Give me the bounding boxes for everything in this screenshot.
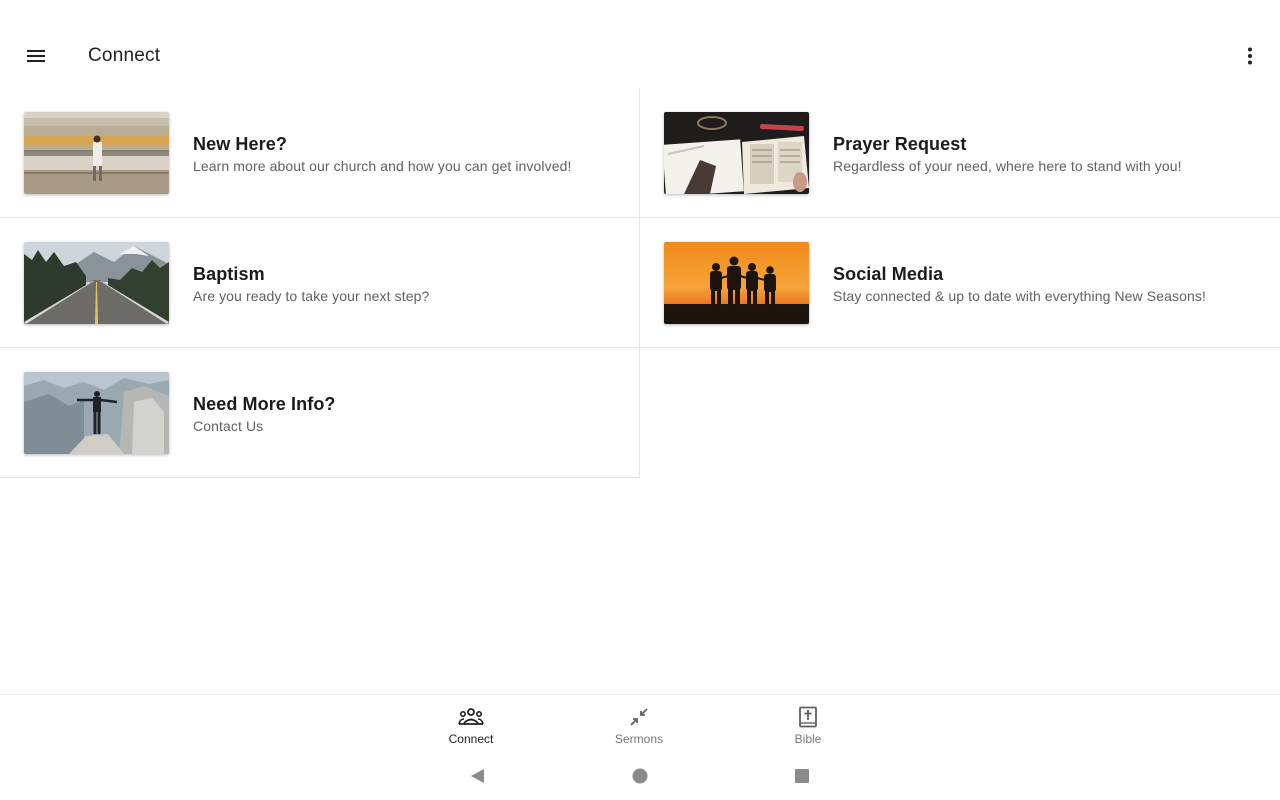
card-title: New Here? [193, 134, 287, 154]
card-baptism[interactable]: Baptism Are you ready to take your next … [0, 218, 640, 348]
card-title: Need More Info? [193, 394, 336, 414]
more-vertical-icon[interactable] [1234, 36, 1266, 76]
card-title: Baptism [193, 264, 265, 284]
page-title: Connect [88, 45, 161, 66]
connect-screen: Connect New Here? Learn more about our c… [0, 0, 1280, 800]
app-bar: Connect [0, 24, 1280, 88]
bottom-navigation: Connect Sermons Bible [0, 694, 1280, 750]
tab-sermons[interactable]: Sermons [579, 695, 699, 751]
back-triangle-icon[interactable] [465, 764, 489, 788]
book-cross-icon [795, 705, 821, 729]
arrows-inward-icon [626, 705, 652, 729]
card-subtitle: Regardless of your need, where here to s… [833, 158, 1182, 174]
card-prayer-request[interactable]: Prayer Request Regardless of your need, … [640, 88, 1280, 218]
card-subtitle: Are you ready to take your next step? [193, 288, 430, 304]
card-social-media[interactable]: Social Media Stay connected & up to date… [640, 218, 1280, 348]
card-title: Prayer Request [833, 134, 967, 154]
tab-connect[interactable]: Connect [411, 695, 531, 751]
card-need-more-info[interactable]: Need More Info? Contact Us [0, 348, 640, 478]
hamburger-menu-icon[interactable] [16, 36, 56, 76]
card-title: Social Media [833, 264, 944, 284]
tab-label: Bible [794, 732, 822, 746]
system-navigation-bar [0, 750, 1280, 800]
bible-journal-photo [664, 112, 809, 194]
train-station-photo [24, 112, 169, 194]
card-subtitle: Learn more about our church and how you … [193, 158, 572, 174]
card-subtitle: Contact Us [193, 418, 264, 434]
card-subtitle: Stay connected & up to date with everyth… [833, 288, 1206, 304]
people-group-icon [458, 705, 484, 729]
home-circle-icon[interactable] [628, 764, 652, 788]
tab-label: Connect [448, 732, 494, 746]
recents-square-icon[interactable] [790, 764, 814, 788]
tab-label: Sermons [614, 732, 664, 746]
mountain-road-photo [24, 242, 169, 324]
tab-bible[interactable]: Bible [748, 695, 868, 751]
cliff-person-photo [24, 372, 169, 454]
sunset-silhouettes-photo [664, 242, 809, 324]
card-new-here[interactable]: New Here? Learn more about our church an… [0, 88, 640, 218]
